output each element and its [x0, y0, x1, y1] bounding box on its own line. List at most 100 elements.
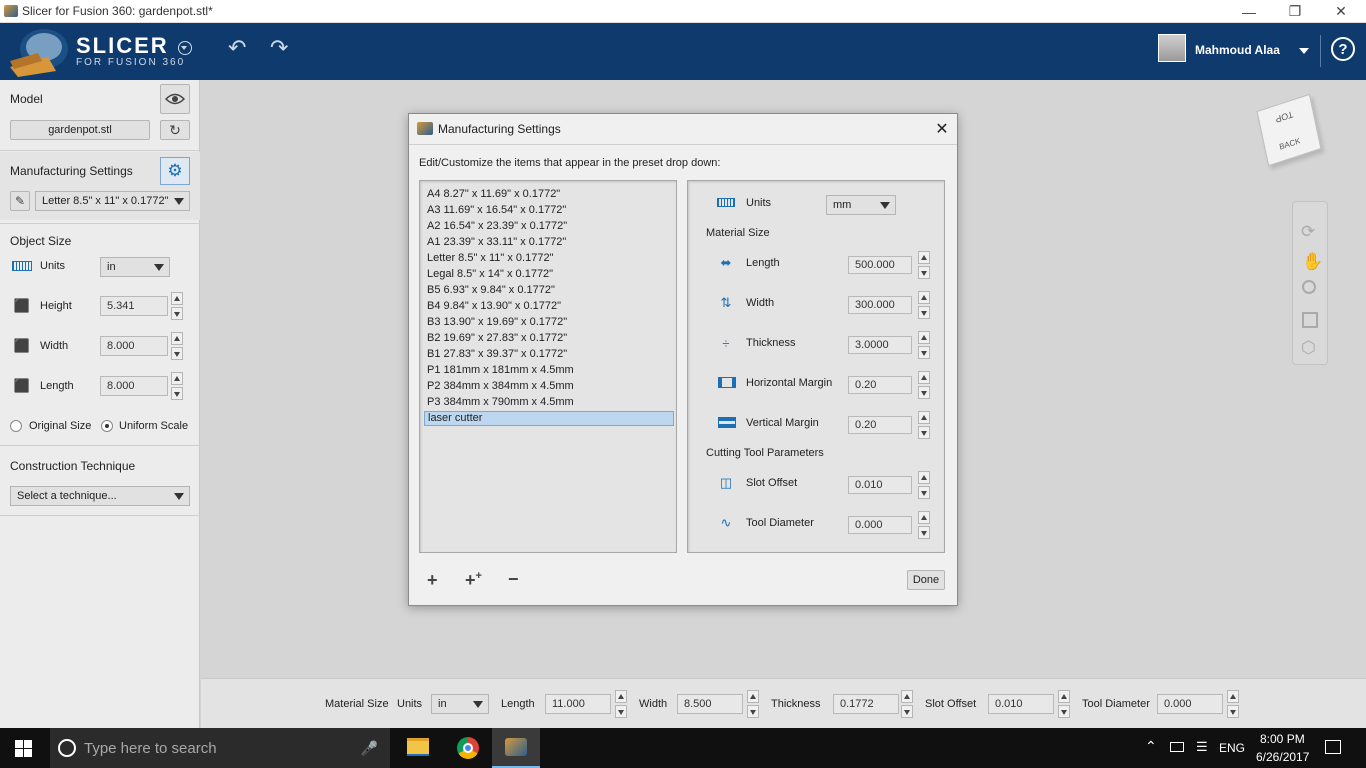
bb-length-input[interactable]: 11.000 [545, 694, 611, 714]
bb-width-stepper[interactable] [747, 690, 759, 718]
bb-units-dropdown[interactable]: in [431, 694, 489, 714]
edit-preset-button[interactable]: ✎ [10, 191, 30, 211]
preset-list-item[interactable]: P3 384mm x 790mm x 4.5mm [424, 395, 674, 410]
dlg-length-label: Length [746, 257, 780, 269]
preset-dropdown[interactable]: Letter 8.5" x 11" x 0.1772" [35, 191, 190, 211]
technique-dropdown[interactable]: Select a technique... [10, 486, 190, 506]
user-name[interactable]: Mahmoud Alaa [1195, 43, 1280, 57]
language-indicator[interactable]: ENG [1219, 741, 1245, 755]
bb-width-input[interactable]: 8.500 [677, 694, 743, 714]
close-window-button[interactable]: ✕ [1318, 0, 1364, 23]
dlg-thickness-stepper[interactable] [918, 331, 930, 359]
dlg-length-stepper[interactable] [918, 251, 930, 279]
preset-list-item[interactable]: B5 6.93" x 9.84" x 0.1772" [424, 283, 674, 298]
redo-icon[interactable]: ↷ [270, 35, 288, 61]
dlg-length-input[interactable]: 500.000 [848, 256, 912, 274]
refresh-button[interactable]: ↻ [160, 120, 190, 140]
dlg-slot-stepper[interactable] [918, 471, 930, 499]
undo-icon[interactable]: ↶ [228, 35, 246, 61]
width-stepper[interactable] [171, 332, 183, 360]
bb-tool-diameter-input[interactable]: 0.000 [1157, 694, 1223, 714]
dlg-tool-stepper[interactable] [918, 511, 930, 539]
clock-date[interactable]: 6/26/2017 [1256, 750, 1309, 764]
preset-list-item[interactable]: A1 23.39" x 33.11" x 0.1772" [424, 235, 674, 250]
visibility-toggle-button[interactable] [160, 84, 190, 114]
uniform-scale-radio[interactable] [101, 420, 113, 432]
manufacturing-settings-button[interactable]: ⚙ [160, 157, 190, 185]
dialog-title: Manufacturing Settings [438, 122, 561, 136]
bb-tool-diameter-label: Tool Diameter [1082, 698, 1150, 710]
preset-list-item[interactable]: B4 9.84" x 13.90" x 0.1772" [424, 299, 674, 314]
bb-thickness-stepper[interactable] [901, 690, 913, 718]
dialog-close-button[interactable]: ✕ [931, 118, 953, 140]
length-stepper[interactable] [171, 372, 183, 400]
file-explorer-icon[interactable] [407, 738, 429, 756]
dlg-width-stepper[interactable] [918, 291, 930, 319]
home-view-icon[interactable]: ⬡ [1301, 338, 1316, 358]
bb-length-stepper[interactable] [615, 690, 627, 718]
dlg-slot-input[interactable]: 0.010 [848, 476, 912, 494]
view-cube-top-face[interactable]: TOP [1275, 109, 1295, 125]
original-size-radio[interactable] [10, 420, 22, 432]
preset-list[interactable]: A4 8.27" x 11.69" x 0.1772" A3 11.69" x 1… [419, 180, 677, 553]
preset-list-item[interactable]: B3 13.90" x 19.69" x 0.1772" [424, 315, 674, 330]
divider [0, 223, 200, 224]
chrome-icon[interactable] [457, 737, 479, 759]
gear-icon: ⚙ [167, 161, 183, 180]
height-stepper[interactable] [171, 292, 183, 320]
units-dropdown[interactable]: in [100, 257, 170, 277]
orbit-icon[interactable]: ⟳ [1301, 222, 1315, 242]
dlg-vmargin-input[interactable]: 0.20 [848, 416, 912, 434]
user-menu-chevron-icon[interactable] [1299, 48, 1309, 54]
restore-button[interactable]: ❐ [1272, 0, 1318, 23]
dlg-hmargin-stepper[interactable] [918, 371, 930, 399]
pan-hand-icon[interactable]: ✋ [1302, 252, 1323, 272]
taskbar-search[interactable]: Type here to search 🎤 [50, 728, 390, 768]
dlg-thickness-input[interactable]: 3.0000 [848, 336, 912, 354]
preset-list-item[interactable]: A2 16.54" x 23.39" x 0.1772" [424, 219, 674, 234]
preset-list-item[interactable]: A3 11.69" x 16.54" x 0.1772" [424, 203, 674, 218]
done-button[interactable]: Done [907, 570, 945, 590]
wifi-icon[interactable]: ☰ [1196, 739, 1208, 755]
height-input[interactable]: 5.341 [100, 296, 168, 316]
preset-list-item[interactable]: P2 384mm x 384mm x 4.5mm [424, 379, 674, 394]
battery-icon[interactable] [1170, 742, 1184, 752]
bb-tool-diameter-stepper[interactable] [1227, 690, 1239, 718]
show-hidden-icons-chevron-icon[interactable]: ⌃ [1145, 738, 1157, 755]
logo-menu-chevron-icon[interactable] [178, 41, 192, 55]
clock-time[interactable]: 8:00 PM [1260, 732, 1305, 746]
manufacturing-settings-dialog: Manufacturing Settings ✕ Edit/Customize … [408, 113, 958, 606]
windows-start-icon[interactable] [15, 740, 32, 757]
view-cube-back-face[interactable]: BACK [1279, 136, 1302, 152]
length-input[interactable]: 8.000 [100, 376, 168, 396]
dlg-units-dropdown[interactable]: mm [826, 195, 896, 215]
bb-slot-offset-input[interactable]: 0.010 [988, 694, 1054, 714]
preset-list-item[interactable]: B2 19.69" x 27.83" x 0.1772" [424, 331, 674, 346]
avatar[interactable] [1158, 34, 1186, 62]
dlg-vmargin-stepper[interactable] [918, 411, 930, 439]
bb-slot-offset-stepper[interactable] [1058, 690, 1070, 718]
preset-list-item[interactable]: A4 8.27" x 11.69" x 0.1772" [424, 187, 674, 202]
preset-list-item[interactable]: Letter 8.5" x 11" x 0.1772" [424, 251, 674, 266]
zoom-magnifier-icon[interactable] [1302, 280, 1316, 294]
dlg-width-input[interactable]: 300.000 [848, 296, 912, 314]
fit-to-view-icon[interactable] [1302, 312, 1318, 328]
notifications-icon[interactable] [1325, 740, 1341, 754]
preset-list-item[interactable]: B1 27.83" x 39.37" x 0.1772" [424, 347, 674, 362]
model-file-button[interactable]: gardenpot.stl [10, 120, 150, 140]
bb-thickness-input[interactable]: 0.1772 [833, 694, 899, 714]
preset-list-item[interactable]: P1 181mm x 181mm x 4.5mm [424, 363, 674, 378]
dlg-tool-input[interactable]: 0.000 [848, 516, 912, 534]
help-icon[interactable]: ? [1331, 37, 1355, 61]
width-input[interactable]: 8.000 [100, 336, 168, 356]
microphone-icon[interactable]: 🎤 [361, 740, 378, 757]
remove-preset-icon[interactable]: − [508, 569, 519, 590]
slicer-taskbar-button[interactable] [492, 728, 540, 768]
preset-list-item[interactable]: Legal 8.5" x 14" x 0.1772" [424, 267, 674, 282]
minimize-button[interactable]: — [1226, 0, 1272, 23]
duplicate-preset-icon[interactable]: ++ [465, 570, 482, 591]
add-preset-icon[interactable]: + [427, 570, 438, 591]
dlg-hmargin-input[interactable]: 0.20 [848, 376, 912, 394]
preset-list-item[interactable]: laser cutter [424, 411, 674, 426]
view-cube[interactable]: TOP BACK [1256, 93, 1322, 167]
